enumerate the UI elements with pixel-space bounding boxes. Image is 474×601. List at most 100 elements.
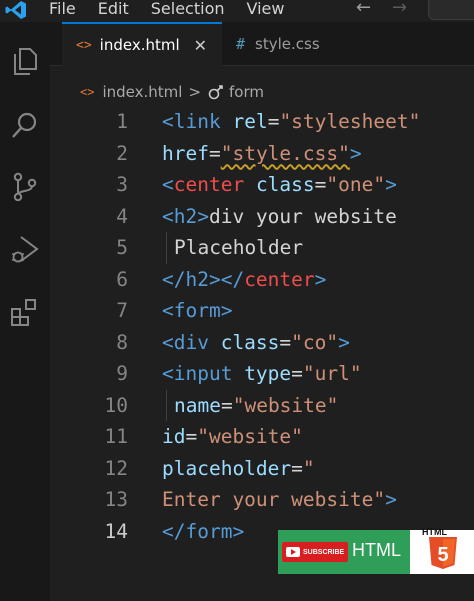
breadcrumb-symbol[interactable]: form (229, 83, 264, 101)
breadcrumb-file[interactable]: index.html (102, 83, 182, 101)
line-number: 5 (116, 236, 128, 259)
code-token: = (220, 393, 233, 417)
code-token: > (385, 173, 397, 196)
code-token: <h2> (162, 204, 209, 228)
html5-shield-icon: 5 (429, 537, 457, 569)
code-text: Enter your website"> (162, 484, 397, 516)
menu-file[interactable]: File (49, 0, 76, 20)
code-token: class (255, 173, 315, 196)
code-token: " (302, 456, 315, 480)
symbol-icon (208, 85, 223, 100)
line-number: 2 (116, 141, 128, 165)
vscode-logo-icon[interactable] (4, 0, 28, 20)
code-text: href="style.css"> (162, 138, 362, 170)
menu-edit[interactable]: Edit (98, 0, 129, 20)
breadcrumb-separator: > (188, 83, 202, 101)
code-token: = (267, 110, 280, 133)
code-text: <form> (162, 295, 232, 327)
activity-bar (0, 22, 50, 601)
code-line[interactable]: 11 id="website" (50, 421, 474, 453)
code-token: name (174, 393, 221, 417)
tab-label: style.css (255, 35, 320, 53)
forward-arrow-icon[interactable]: → (392, 0, 407, 17)
indent-guide (166, 389, 167, 421)
code-line[interactable]: 13 Enter your website"> (50, 484, 474, 516)
run-debug-icon[interactable] (8, 232, 42, 266)
back-arrow-icon[interactable]: ← (356, 0, 371, 17)
command-center[interactable] (428, 0, 474, 20)
line-number: 14 (104, 519, 128, 543)
menu-items: File Edit Selection View (49, 0, 306, 20)
code-token: Enter your website" (162, 488, 386, 511)
code-token: = (208, 141, 221, 165)
code-token: = (291, 362, 303, 385)
subscribe-banner: SUBSCRIBE HTML HTML 5 (278, 527, 474, 574)
code-token: > (385, 488, 397, 511)
explorer-icon[interactable] (8, 44, 42, 78)
search-icon[interactable] (8, 108, 42, 142)
code-text: name="website" (174, 390, 338, 422)
code-token: type (244, 362, 292, 385)
tab-bar: <> index.html ✕ # style.css (50, 22, 474, 66)
code-token: </h2></ (162, 267, 245, 291)
extensions-icon[interactable] (8, 296, 42, 330)
code-token: class (220, 330, 280, 354)
youtube-play-icon (286, 547, 300, 557)
code-line[interactable]: 3 <center class="one"> (50, 169, 474, 201)
code-line[interactable]: 1 <link rel="stylesheet" (50, 106, 474, 138)
code-token: href (162, 141, 209, 165)
code-token: > (338, 330, 350, 354)
code-line[interactable]: 7 <form> (50, 295, 474, 327)
line-number: 1 (116, 110, 128, 133)
subscribe-button[interactable]: SUBSCRIBE (282, 542, 348, 562)
html-file-icon: <> (76, 37, 92, 53)
line-number: 10 (104, 393, 128, 417)
code-line[interactable]: 9 <input type="url" (50, 358, 474, 390)
subscribe-label: SUBSCRIBE (303, 548, 345, 556)
code-text: Placeholder (174, 232, 303, 264)
line-number: 9 (116, 362, 128, 385)
menu-view[interactable]: View (247, 0, 285, 20)
code-line[interactable]: 5 Placeholder (50, 232, 474, 264)
code-token: center (244, 267, 315, 291)
html5-logo: HTML 5 (410, 527, 474, 574)
code-line[interactable]: 6 </h2></center> (50, 264, 474, 296)
code-token: "stylesheet" (279, 110, 421, 133)
code-text: </h2></center> (162, 264, 326, 296)
code-token: center (173, 173, 256, 196)
indent-guide (166, 232, 167, 264)
code-token: "url" (302, 362, 362, 385)
code-token: <input (162, 362, 245, 385)
line-number: 11 (104, 425, 128, 448)
code-line[interactable]: 4 <h2>div your website (50, 201, 474, 233)
code-text: <link rel="stylesheet" (162, 106, 420, 138)
code-token: placeholder (162, 456, 292, 480)
code-token: <form> (162, 299, 233, 322)
code-line[interactable]: 12 placeholder=" (50, 453, 474, 485)
line-number: 8 (116, 330, 128, 354)
tab-index-html[interactable]: <> index.html ✕ (62, 22, 222, 66)
code-editor[interactable]: 1 <link rel="stylesheet" 2 href="style.css"… (50, 106, 474, 601)
code-token: id (162, 425, 186, 448)
code-token: = (185, 425, 198, 448)
code-token: = (291, 456, 303, 480)
menu-bar: File Edit Selection View ← → (0, 0, 474, 22)
close-icon[interactable]: ✕ (194, 36, 207, 55)
line-number: 7 (116, 299, 128, 322)
code-token: > (349, 141, 362, 165)
tab-style-css[interactable]: # style.css (222, 22, 382, 66)
code-text: <div class="co"> (162, 327, 350, 359)
code-text: <input type="url" (162, 358, 362, 390)
code-line[interactable]: 2 href="style.css"> (50, 138, 474, 170)
code-text: <center class="one"> (162, 169, 397, 201)
breadcrumb: <> index.html > form (50, 80, 264, 104)
source-control-icon[interactable] (8, 170, 42, 204)
code-line[interactable]: 10 name="website" (50, 389, 474, 422)
code-token: div your website (208, 204, 397, 228)
line-number: 12 (104, 456, 128, 480)
line-number: 13 (104, 488, 128, 511)
menu-selection[interactable]: Selection (151, 0, 225, 20)
tab-label: index.html (99, 36, 180, 54)
code-line[interactable]: 8 <div class="co"> (50, 327, 474, 359)
code-token: <div (162, 330, 221, 354)
